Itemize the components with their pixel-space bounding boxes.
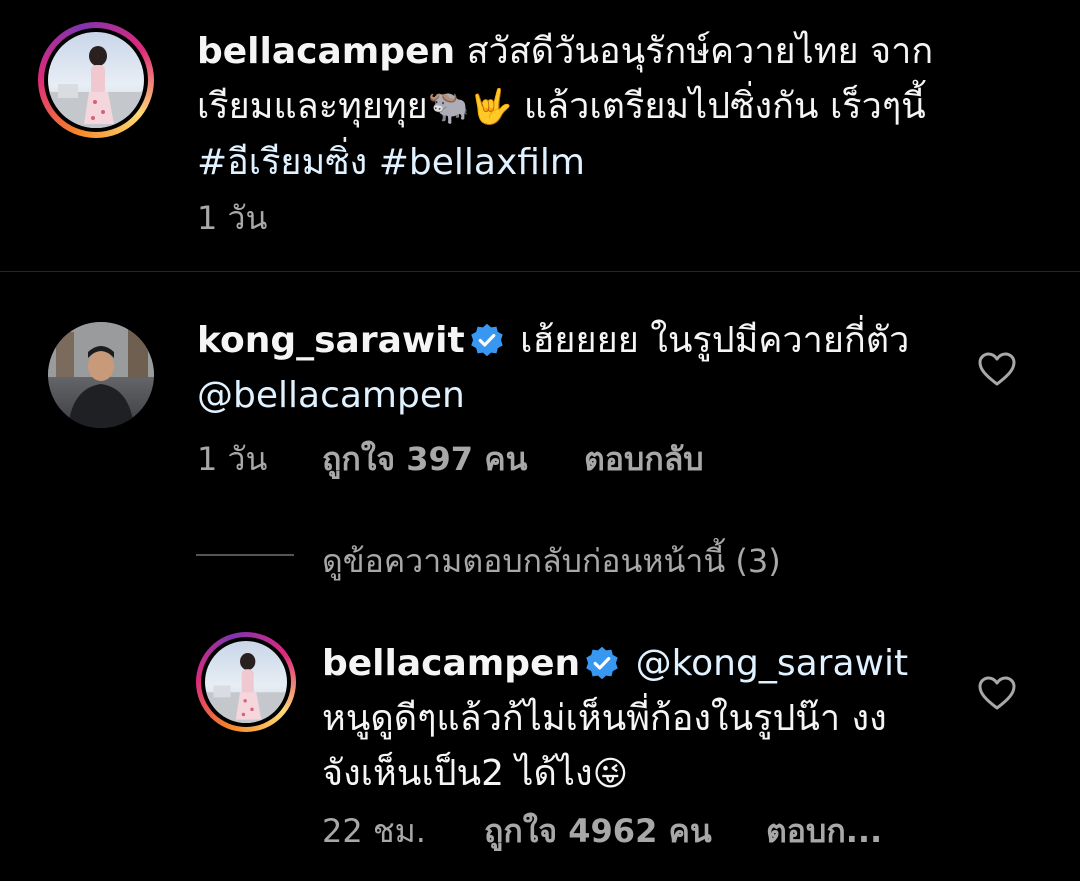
avatar-photo [48,32,144,128]
comment-reply-button[interactable]: ตอบกลับ [584,434,704,485]
replies-divider-line [196,554,294,556]
commenter-avatar[interactable] [48,322,154,428]
heart-outline-icon[interactable] [977,675,1017,711]
reply-author-avatar[interactable] [196,632,296,732]
caption-line-1: สวัสดีวันอนุรักษ์ควายไทย จาก [466,31,934,72]
reply-text-line-1: หนูดูดีๆแล้วก้ไม่เห็นพี่ก้องในรูปน๊า งง [322,698,887,739]
comment-body: kong_sarawit เฮ้ยยยย ในรูปมีควายกี่ตัว @… [197,313,957,423]
reply-body: bellacampen @kong_sarawit หนูดูดีๆแล้วก้… [322,636,962,802]
verified-badge-icon [586,646,618,680]
hashtag-link[interactable]: #bellaxfilm [379,142,585,183]
divider [0,271,1080,272]
comment-text-line-1: เฮ้ยยยย ในรูปมีควายกี่ตัว [520,320,910,361]
reply-username[interactable]: bellacampen [322,643,580,684]
view-previous-replies-button[interactable]: ดูข้อความตอบกลับก่อนหน้านี้ (3) [322,536,781,587]
winking-tongue-emoji: 😜 [592,754,629,794]
reply-reply-button[interactable]: ตอบก... [766,806,882,857]
comment-username[interactable]: kong_sarawit [197,320,465,361]
mention-link[interactable]: @bellacampen [197,375,465,416]
post-caption: bellacampen สวัสดีวันอนุรักษ์ควายไทย จาก… [197,24,1047,190]
post-author-avatar[interactable] [38,22,154,138]
comment-timestamp: 1 วัน [197,440,268,478]
caption-line-2-start: เรียมและทุยทุย [197,86,428,127]
buffalo-rock-emoji: 🐃🤟 [427,87,513,127]
hashtag-link[interactable]: #อีเรียมซิ่ง [197,142,367,183]
verified-badge-icon [470,323,503,357]
reply-timestamp: 22 ชม. [322,812,426,850]
mention-link[interactable]: @kong_sarawit [636,643,909,684]
caption-line-2-end: แล้วเตรียมไปซิ่งกัน เร็วๆนี้ [512,86,926,127]
avatar-photo [205,641,287,723]
reply-like-count[interactable]: ถูกใจ 4962 คน [484,806,712,857]
post-username[interactable]: bellacampen [197,31,455,72]
post-timestamp: 1 วัน [197,199,268,237]
reply-text-line-2: จังเห็นเป็น2 ได้ไง [322,753,593,794]
heart-outline-icon[interactable] [977,351,1017,387]
comment-like-count[interactable]: ถูกใจ 397 คน [322,434,527,485]
